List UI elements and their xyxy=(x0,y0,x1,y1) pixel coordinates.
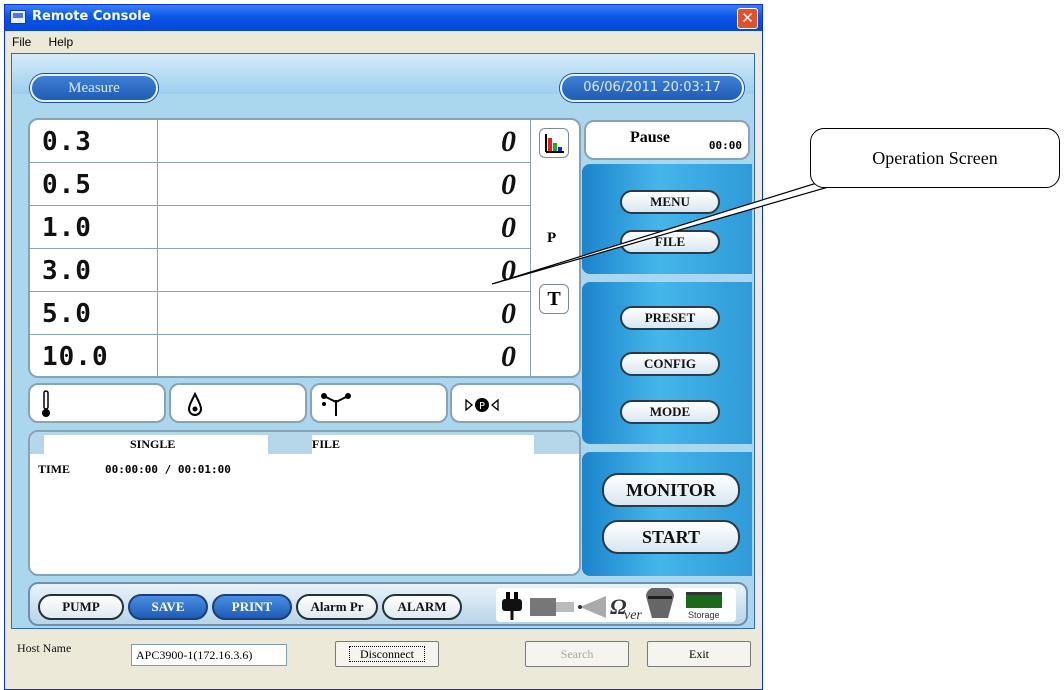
air-flow-icon xyxy=(321,393,351,416)
pump-button[interactable]: PUMP xyxy=(38,594,124,620)
storage-icon xyxy=(686,592,722,608)
particle-count: 0 xyxy=(501,254,516,287)
particle-count: 0 xyxy=(501,125,516,158)
thermometer-icon xyxy=(42,390,50,417)
measurement-row: 5.0 0 xyxy=(30,292,530,335)
window-title: Remote Console xyxy=(32,9,151,24)
time-label: TIME xyxy=(38,462,71,476)
bar-chart-icon xyxy=(545,134,564,153)
mode-cell: SINGLE xyxy=(44,435,268,454)
exit-button[interactable]: Exit xyxy=(647,641,751,667)
menu-file[interactable]: File xyxy=(7,31,36,53)
ver-label: ver xyxy=(624,608,642,622)
power-plug-icon xyxy=(502,592,522,620)
t-button[interactable]: T xyxy=(539,284,569,314)
humidity-box xyxy=(169,383,307,423)
status-icons: Ω ver Storage xyxy=(496,586,736,623)
particle-size: 0.5 xyxy=(30,163,158,205)
chart-button[interactable] xyxy=(539,128,569,158)
measurement-row: 1.0 0 xyxy=(30,206,530,249)
save-button[interactable]: SAVE xyxy=(128,594,208,620)
bottom-bar: PUMP SAVE PRINT Alarm Pr ALARM Ω ver Sto… xyxy=(28,582,748,626)
menu-help[interactable]: Help xyxy=(43,31,78,53)
file-button[interactable]: FILE xyxy=(620,230,720,254)
particle-count: 0 xyxy=(501,211,516,244)
print-button[interactable]: PRINT xyxy=(212,594,292,620)
measurement-row: 0.3 0 xyxy=(30,120,530,163)
alarm-print-button[interactable]: Alarm Pr xyxy=(296,594,378,620)
pressure-box: P xyxy=(450,383,581,423)
info-header: SINGLE FILE xyxy=(30,432,579,454)
datetime-display: 06/06/2011 20:03:17 xyxy=(560,74,744,102)
particle-size: 3.0 xyxy=(30,249,158,291)
config-button[interactable]: CONFIG xyxy=(620,352,720,376)
particle-count: 0 xyxy=(501,297,516,330)
search-button[interactable]: Search xyxy=(525,641,629,667)
particle-size: 0.3 xyxy=(30,120,158,162)
particle-size: 1.0 xyxy=(30,206,158,248)
menu-bar: File Help xyxy=(5,31,762,53)
particle-size: 5.0 xyxy=(30,292,158,334)
air-flow-box xyxy=(310,383,448,423)
alarm-button[interactable]: ALARM xyxy=(382,594,462,620)
app-area: Measure 06/06/2011 20:03:17 0.3 0 0.5 0 … xyxy=(11,53,755,629)
disconnect-label: Disconnect xyxy=(349,646,425,662)
target-label: FILE xyxy=(312,437,341,451)
monitor-button[interactable]: MONITOR xyxy=(602,473,740,507)
svg-text:P: P xyxy=(479,401,485,412)
remote-console-window: Remote Console ✕ File Help Measure 06/06… xyxy=(4,4,763,690)
run-panel xyxy=(582,452,752,576)
host-name-label: Host Name xyxy=(17,641,72,655)
pressure-icon: P xyxy=(465,398,499,412)
status-time: 00:00 xyxy=(708,139,742,152)
time-value: 00:00:00 / 00:01:00 xyxy=(105,463,231,476)
measurement-row: 3.0 0 xyxy=(30,249,530,292)
menu-button[interactable]: MENU xyxy=(620,190,720,214)
probe-icon xyxy=(530,598,574,616)
measurement-side-column: P T xyxy=(530,120,579,376)
sensor-cone-icon xyxy=(578,596,606,618)
filter-icon xyxy=(646,586,674,618)
target-cell: FILE xyxy=(312,435,534,454)
unit-label: P xyxy=(547,230,557,246)
start-button[interactable]: START xyxy=(602,520,740,554)
status-state: Pause xyxy=(630,129,670,146)
top-bar: Measure 06/06/2011 20:03:17 xyxy=(12,54,754,102)
info-panel: SINGLE FILE TIME 00:00:00 / 00:01:00 xyxy=(28,430,581,576)
operation-screen-callout: Operation Screen xyxy=(810,128,1060,188)
status-box: Pause 00:00 xyxy=(584,120,750,160)
info-body: TIME 00:00:00 / 00:01:00 xyxy=(38,462,231,477)
title-bar: Remote Console ✕ xyxy=(5,5,762,31)
close-button[interactable]: ✕ xyxy=(737,8,758,29)
app-icon xyxy=(10,10,26,24)
mode-button[interactable]: MODE xyxy=(620,400,720,424)
particle-count: 0 xyxy=(501,168,516,201)
particle-count: 0 xyxy=(501,340,516,373)
particle-size: 10.0 xyxy=(30,335,158,376)
measurement-row: 0.5 0 xyxy=(30,163,530,206)
disconnect-button[interactable]: Disconnect xyxy=(335,641,439,667)
storage-label: Storage xyxy=(688,610,720,620)
menu-panel xyxy=(582,164,752,274)
tab-measure[interactable]: Measure xyxy=(30,74,158,102)
omega-ver-icon: Ω ver xyxy=(610,594,642,623)
humidity-drop-icon xyxy=(187,391,203,416)
measurement-panel: 0.3 0 0.5 0 1.0 0 3.0 0 5.0 0 10.0 0 P T xyxy=(28,118,581,378)
host-name-field[interactable]: APC3900-1(172.16.3.6) xyxy=(131,644,287,666)
measurement-row: 10.0 0 xyxy=(30,335,530,376)
temperature-box xyxy=(28,383,166,423)
preset-button[interactable]: PRESET xyxy=(620,306,720,330)
